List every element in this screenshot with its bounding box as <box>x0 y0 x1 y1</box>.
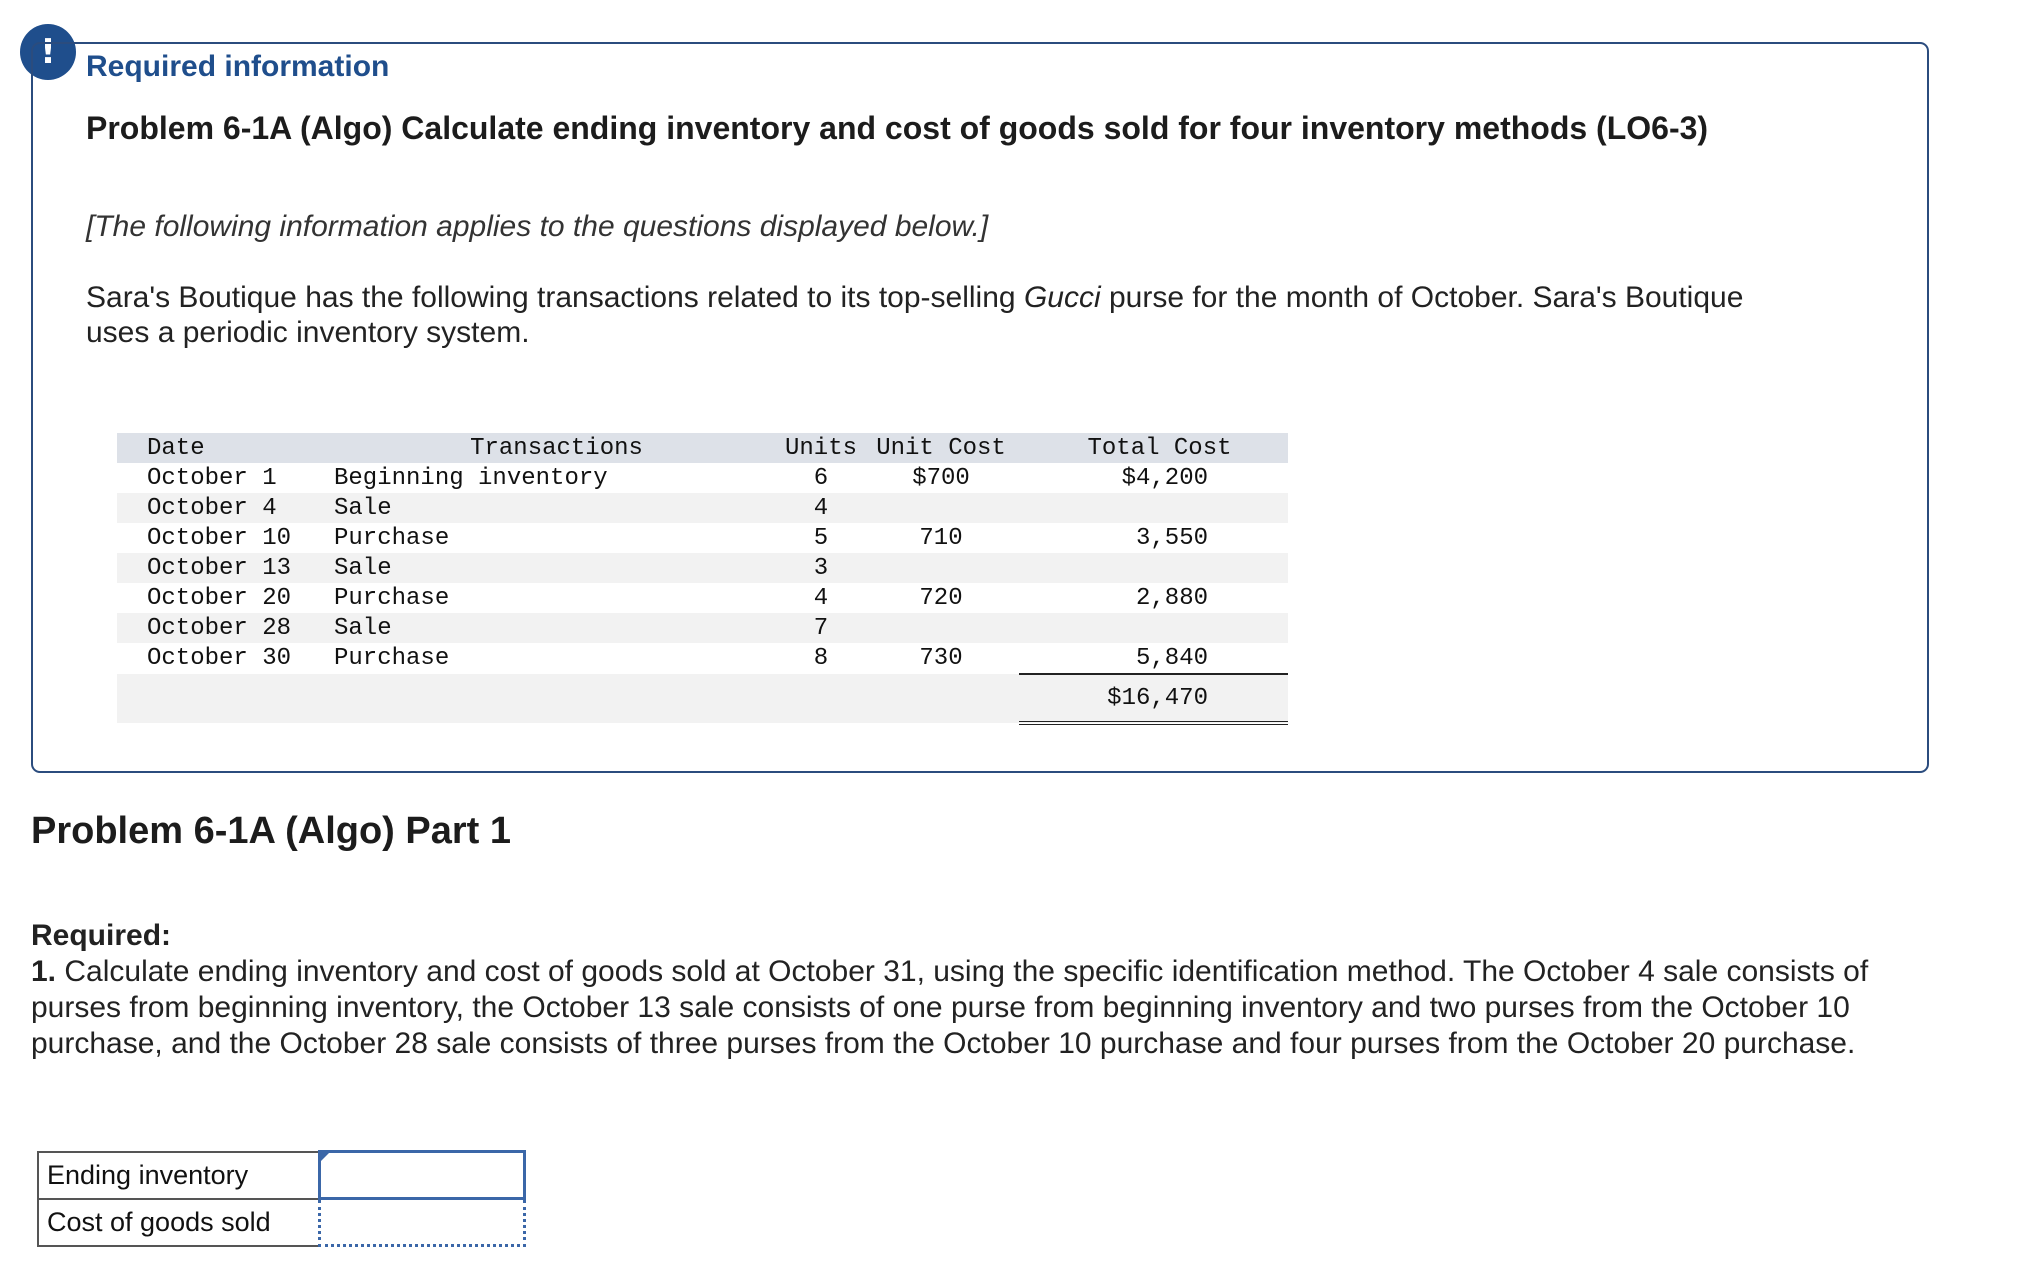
row-total-cost <box>1031 613 1288 643</box>
cogs-cell <box>317 1198 526 1247</box>
header-transactions: Transactions <box>470 434 643 462</box>
row-total-cost <box>1031 493 1288 523</box>
table-row: October 28 Sale 7 <box>117 613 1288 643</box>
row-units: 7 <box>813 614 829 642</box>
row-date: October 10 <box>147 524 292 552</box>
problem-intro: Sara's Boutique has the following transa… <box>86 280 1786 350</box>
row-total-cost <box>1031 553 1288 583</box>
row-date: October 13 <box>147 554 292 582</box>
total-row: $16,470 <box>117 674 1288 725</box>
header-unit-cost: Unit Cost <box>876 434 1006 462</box>
grand-total: $16,470 <box>1031 674 1288 725</box>
row-unit-cost: 730 <box>919 645 963 672</box>
header-units: Units <box>784 434 857 462</box>
part-title: Problem 6-1A (Algo) Part 1 <box>31 810 512 852</box>
flag-icon <box>318 1151 331 1163</box>
row-date: October 1 <box>147 464 277 492</box>
required-label: Required: <box>31 919 172 952</box>
cogs-label: Cost of goods sold <box>37 1197 320 1247</box>
problem-title: Problem 6-1A (Algo) Calculate ending inv… <box>86 110 1709 146</box>
row-units: 8 <box>813 645 829 672</box>
table-row: October 1 Beginning inventory 6 $700 $4,… <box>117 463 1288 493</box>
row-units: 5 <box>813 524 829 552</box>
answer-row: Ending inventory <box>37 1150 526 1200</box>
table-row: October 13 Sale 3 <box>117 553 1288 583</box>
ending-inventory-input[interactable] <box>320 1153 523 1197</box>
header-date: Date <box>147 434 205 462</box>
ending-inventory-label: Ending inventory <box>37 1150 320 1200</box>
row-unit-cost: 710 <box>919 524 963 552</box>
transactions-table: Date Transactions Units Unit Cost Total … <box>117 433 1288 725</box>
applies-note: [The following information applies to th… <box>86 210 989 243</box>
row-transaction: Sale <box>334 494 392 522</box>
row-transaction: Beginning inventory <box>334 464 608 492</box>
row-unit-cost <box>863 613 1019 643</box>
table-row: October 30 Purchase 8 730 5,840 <box>117 643 1288 675</box>
row-units: 6 <box>813 464 829 492</box>
row-total-cost: 5,840 <box>1031 643 1288 675</box>
row-transaction: Sale <box>334 614 392 642</box>
row-unit-cost: $700 <box>912 464 970 492</box>
row-unit-cost <box>863 553 1019 583</box>
row-units: 3 <box>813 554 829 582</box>
row-transaction: Sale <box>334 554 392 582</box>
required-information-heading: Required information <box>86 50 390 83</box>
required-text: 1. Calculate ending inventory and cost o… <box>31 954 1931 1062</box>
row-units: 4 <box>813 494 829 522</box>
intro-brand: Gucci <box>1023 281 1101 314</box>
header-total-cost: Total Cost <box>1087 434 1232 462</box>
table-row: October 20 Purchase 4 720 2,880 <box>117 583 1288 613</box>
row-total-cost: 3,550 <box>1135 524 1208 552</box>
row-units: 4 <box>813 584 829 612</box>
intro-text-start: Sara's Boutique has the following transa… <box>86 281 1024 314</box>
row-transaction: Purchase <box>334 524 450 552</box>
cogs-input[interactable] <box>320 1200 523 1244</box>
row-transaction: Purchase <box>334 584 450 612</box>
required-instructions: Calculate ending inventory and cost of g… <box>31 955 1869 1060</box>
row-total-cost: 2,880 <box>1135 584 1208 612</box>
row-unit-cost: 720 <box>919 584 963 612</box>
required-number: 1. <box>31 955 57 988</box>
required-section: Required: 1. Calculate ending inventory … <box>31 918 1931 1062</box>
row-date: October 30 <box>147 645 292 672</box>
row-transaction: Purchase <box>334 645 450 672</box>
row-date: October 4 <box>147 494 277 522</box>
answer-row: Cost of goods sold <box>37 1197 526 1247</box>
row-date: October 20 <box>147 584 292 612</box>
ending-inventory-cell <box>317 1150 526 1200</box>
row-date: October 28 <box>147 614 292 642</box>
table-row: October 4 Sale 4 <box>117 493 1288 523</box>
row-unit-cost <box>863 493 1019 523</box>
table-header-row: Date Transactions Units Unit Cost Total … <box>117 433 1288 463</box>
answer-table: Ending inventory Cost of goods sold <box>37 1150 526 1247</box>
table-row: October 10 Purchase 5 710 3,550 <box>117 523 1288 553</box>
row-total-cost: $4,200 <box>1121 464 1208 492</box>
